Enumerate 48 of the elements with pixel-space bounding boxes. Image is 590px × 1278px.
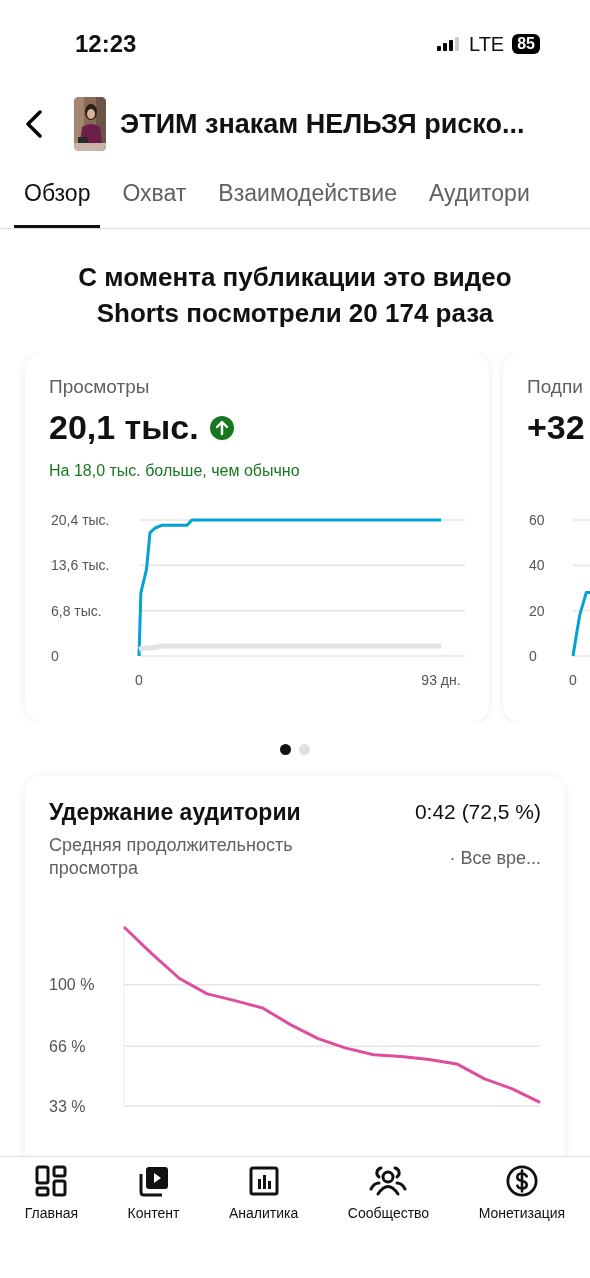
metric-value: 20,1 тыс.: [49, 408, 199, 448]
bar-chart-icon: [247, 1165, 280, 1197]
x-axis-label: 93 дн.: [421, 671, 461, 688]
back-icon[interactable]: [24, 110, 44, 138]
metric-value: +32: [527, 408, 585, 448]
retention-card[interactable]: Удержание аудитории 0:42 (72,5 %) Средняя продолжительность просмотра · Все вре... 100 % 66 % 33 %: [25, 774, 565, 1156]
period-selector[interactable]: · Все вре...: [449, 847, 541, 869]
nav-item[interactable]: Аналитика: [227, 1165, 301, 1221]
card-subtitle: Средняя продолжительность просмотра: [49, 833, 294, 881]
headline: С момента публикации это видео Shorts посмотрели 20 174 раза: [77, 261, 513, 331]
metric-card[interactable]: Просмотры 20,1 тыс. На 18,0 тыс. больше, чем обычно 20,4 тыс. 13,6 тыс. 6,8 тыс. 0 0 93 дн.: [25, 351, 489, 722]
y-axis-label: 6,8 тыс.: [51, 602, 102, 619]
signal-icon: [437, 37, 461, 51]
y-axis-label: 0: [529, 647, 537, 664]
metric-note: На 18,0 тыс. больше, чем обычно: [49, 461, 301, 481]
page-dot[interactable]: [280, 743, 291, 755]
y-axis-label: 0: [51, 647, 59, 664]
nav-item[interactable]: Сообщество: [345, 1165, 432, 1221]
retention-value: 0:42 (72,5 %): [414, 800, 541, 825]
page-dot[interactable]: [299, 743, 310, 755]
dollar-icon: [505, 1165, 538, 1197]
tab[interactable]: Охват: [112, 162, 197, 228]
x-axis-label: 0: [569, 671, 577, 688]
y-axis-label: 13,6 тыс.: [51, 557, 110, 574]
metric-label: Просмотры: [49, 375, 151, 398]
nav-item[interactable]: Контент: [125, 1165, 182, 1221]
card-title: Удержание аудитории: [49, 798, 301, 826]
network-type: LTE: [469, 32, 505, 56]
nav-item[interactable]: Монетизация: [476, 1165, 568, 1221]
y-axis-label: 100 %: [49, 975, 95, 993]
grid-icon: [35, 1165, 68, 1197]
y-axis-label: 33 %: [49, 1097, 86, 1115]
x-axis-label: 0: [135, 671, 143, 688]
tab[interactable]: Взаимодействие: [208, 162, 407, 228]
metric-card[interactable]: Подпи +32 60 40 20 0 0: [503, 351, 590, 722]
y-axis-label: 40: [529, 557, 545, 574]
y-axis-label: 66 %: [49, 1037, 86, 1055]
nav-item[interactable]: Главная: [22, 1165, 81, 1221]
battery-indicator: 85: [512, 34, 540, 54]
people-icon: [369, 1165, 408, 1197]
tab[interactable]: Аудитори: [418, 162, 540, 228]
video-library-icon: [137, 1165, 170, 1197]
metric-label: Подпи: [527, 375, 584, 398]
y-axis-label: 60: [529, 511, 545, 528]
y-axis-label: 20: [529, 602, 545, 619]
y-axis-label: 20,4 тыс.: [51, 511, 110, 528]
status-time: 12:23: [75, 30, 137, 58]
video-title: ЭТИМ знакам НЕЛЬЗЯ риско...: [120, 108, 525, 140]
